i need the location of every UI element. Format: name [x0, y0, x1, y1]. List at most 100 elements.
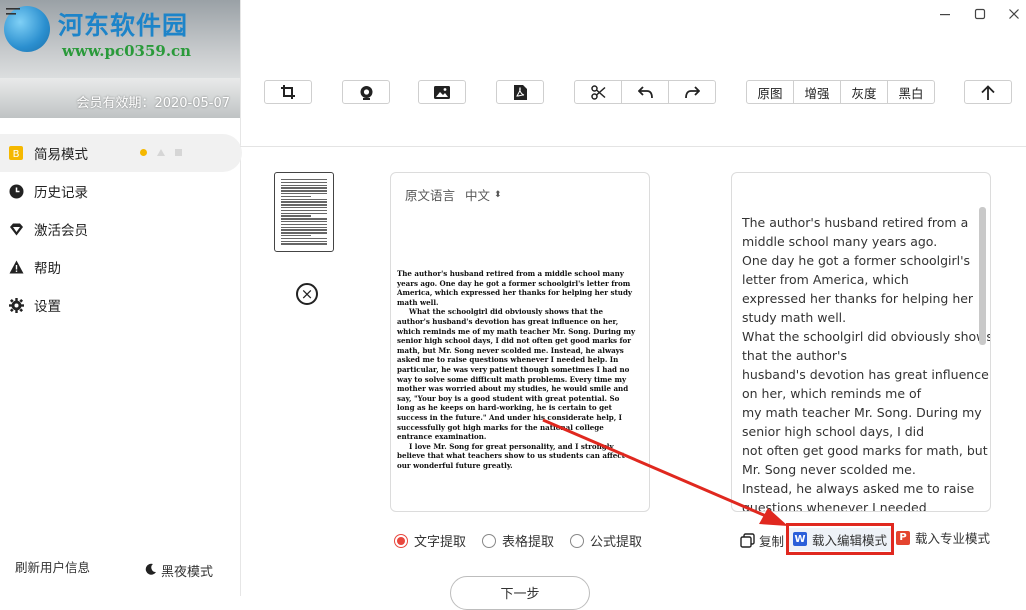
mode-indicator — [140, 149, 182, 156]
scissors-icon — [590, 84, 605, 100]
sidebar-item-label: 帮助 — [34, 261, 61, 277]
radio-label: 文字提取 — [414, 535, 467, 550]
thumbnail-text-line — [281, 181, 327, 184]
thumbnail-text-line — [281, 243, 327, 245]
radio-selected-icon — [394, 533, 408, 548]
thumbnail-text-line — [281, 198, 327, 200]
thumbnail-text-line — [281, 190, 327, 192]
sidebar-item-simple-mode[interactable]: B 简易模式 — [0, 134, 242, 172]
night-mode-label: 黑夜模式 — [161, 565, 214, 580]
camera-button[interactable] — [342, 80, 390, 104]
scrollbar[interactable] — [979, 207, 986, 345]
close-icon — [1009, 9, 1019, 19]
menu-icon[interactable] — [6, 8, 22, 20]
simple-mode-icon: B — [8, 145, 24, 161]
thumbnail-text-line — [281, 179, 327, 181]
copy-button[interactable]: 复制 — [740, 531, 784, 550]
image-filter-group: 原图 增强 灰度 黑白 — [746, 80, 935, 104]
load-edit-mode-inner: W 载入编辑模式 — [789, 527, 891, 551]
sidebar-item-settings[interactable]: 设置 — [0, 286, 240, 324]
sidebar-item-activate[interactable]: 激活会员 — [0, 210, 240, 248]
sidebar-footer: 刷新用户信息 黑夜模式 — [0, 556, 240, 580]
result-actions: 复制 W 载入编辑模式 P 载入专业模式 — [740, 523, 990, 555]
member-validity: 会员有效期：2020-05-07 — [76, 96, 230, 111]
thumbnail-text-line — [281, 212, 327, 214]
doc-paragraph: I love Mr. Song for great personality, a… — [397, 441, 625, 470]
sidebar-item-history[interactable]: 历史记录 — [0, 172, 240, 210]
maximize-button[interactable] — [971, 5, 989, 23]
thumbnail-text-line — [281, 204, 327, 206]
close-button[interactable] — [1005, 5, 1023, 23]
recognized-text-line: middle school many years ago. — [742, 234, 938, 249]
site-logo-url: www.pc0359.cn — [62, 42, 192, 60]
page-thumbnail[interactable] — [274, 172, 334, 252]
sidebar: 河东软件园 www.pc0359.cn 会员有效期：2020-05-07 B 简… — [0, 0, 242, 596]
table-extract-radio[interactable]: 表格提取 — [482, 531, 554, 550]
thumbnail-text-line — [281, 232, 327, 234]
source-language-label: 原文语言 — [405, 188, 456, 203]
crop-button[interactable] — [264, 80, 312, 104]
redo-button[interactable] — [669, 81, 715, 103]
night-mode-toggle[interactable]: 黑夜模式 — [145, 561, 213, 580]
pdf-button[interactable] — [496, 80, 544, 104]
radio-label: 表格提取 — [502, 535, 555, 550]
text-extract-radio[interactable]: 文字提取 — [394, 531, 466, 550]
thumbnail-text-line — [281, 215, 311, 217]
load-edit-mode-button[interactable]: W 载入编辑模式 — [786, 523, 894, 555]
recognized-text-panel[interactable]: The author's husband retired from a middl… — [731, 172, 991, 512]
recognized-text-line: senior high school days, I did — [742, 424, 925, 439]
recognized-text-line: my math teacher Mr. Song. During my — [742, 405, 982, 420]
camera-icon — [360, 85, 372, 100]
source-language-selector[interactable]: 原文语言 中文 ⬍ — [405, 185, 502, 204]
thumbnail-text-line — [281, 221, 327, 223]
image-button[interactable] — [418, 80, 466, 104]
profile-banner: 河东软件园 www.pc0359.cn 会员有效期：2020-05-07 — [0, 0, 240, 118]
thumbnail-text-line — [281, 201, 327, 203]
extract-mode-group: 文字提取 表格提取 公式提取 — [394, 531, 642, 550]
undo-icon — [637, 85, 653, 98]
formula-extract-radio[interactable]: 公式提取 — [570, 531, 642, 550]
document-image: The author's husband retired from a midd… — [397, 269, 637, 470]
image-icon — [434, 85, 450, 99]
cut-button[interactable] — [575, 81, 622, 103]
diamond-icon — [8, 221, 24, 237]
refresh-user-info-link[interactable]: 刷新用户信息 — [15, 557, 90, 576]
sidebar-item-label: 激活会员 — [34, 223, 88, 239]
pdf-icon — [513, 84, 527, 100]
sidebar-item-label: 设置 — [34, 299, 61, 315]
thumbnail-text-line — [281, 229, 327, 231]
site-logo-text: 河东软件园 — [58, 11, 189, 40]
source-document-panel: 原文语言 中文 ⬍ The author's husband retired f… — [390, 172, 650, 512]
next-step-button[interactable]: 下一步 — [450, 576, 590, 610]
filter-grayscale-button[interactable]: 灰度 — [841, 81, 888, 103]
recognized-text-line: One day he got a former schoolgirl's — [742, 253, 971, 268]
upload-button[interactable] — [964, 80, 1012, 104]
radio-icon — [482, 533, 497, 548]
ppt-icon: P — [896, 530, 910, 545]
thumbnail-text-line — [281, 235, 311, 237]
recognized-text-line: husband's devotion has great influence — [742, 367, 989, 382]
remove-page-button[interactable]: × — [296, 283, 318, 305]
copy-label: 复制 — [759, 533, 785, 549]
doc-paragraph: What the schoolgirl did obviously shows … — [397, 307, 636, 442]
undo-button[interactable] — [622, 81, 669, 103]
radio-label: 公式提取 — [590, 535, 643, 550]
gear-icon — [8, 297, 24, 313]
filter-original-button[interactable]: 原图 — [747, 81, 794, 103]
load-pro-mode-button[interactable]: P 载入专业模式 — [896, 528, 990, 547]
clock-icon — [8, 183, 24, 199]
svg-text:B: B — [13, 149, 20, 160]
close-icon: × — [300, 284, 314, 303]
sidebar-item-help[interactable]: 帮助 — [0, 248, 240, 286]
filter-bw-button[interactable]: 黑白 — [888, 81, 934, 103]
recognized-text-line: What the schoolgirl did obviously shows — [742, 329, 991, 344]
redo-icon — [684, 85, 700, 98]
triangle-icon — [157, 149, 165, 156]
thumbnail-text-line — [281, 209, 327, 212]
recognized-text-line: The author's husband retired from a — [742, 215, 969, 230]
sort-arrows-icon: ⬍ — [494, 189, 502, 200]
minimize-button[interactable] — [936, 5, 954, 23]
filter-enhance-button[interactable]: 增强 — [794, 81, 841, 103]
thumbnail-text-line — [281, 223, 327, 226]
status-dot-icon — [140, 149, 147, 156]
